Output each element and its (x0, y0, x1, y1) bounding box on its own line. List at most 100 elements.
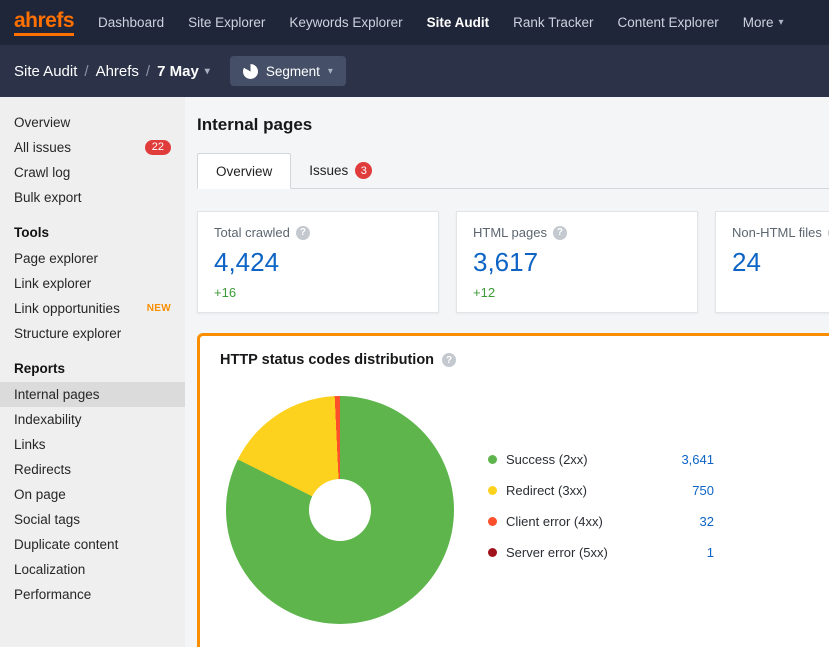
stat-card-total-crawled: Total crawled ? 4,424 +16 (197, 211, 439, 313)
legend-label: Client error (4xx) (506, 514, 691, 529)
sidebar-item-redirects[interactable]: Redirects (0, 457, 185, 482)
sidebar-item-label: Performance (14, 587, 91, 602)
chart-area: Success (2xx) 3,641 Redirect (3xx) 750 C… (220, 396, 829, 624)
sidebar-item-localization[interactable]: Localization (0, 557, 185, 582)
sidebar-item-bulk-export[interactable]: Bulk export (0, 185, 185, 210)
legend-dot (488, 548, 497, 557)
stat-card-title-row: HTML pages ? (473, 225, 681, 240)
main-content: Internal pages Overview Issues 3 Total c… (185, 97, 829, 647)
stat-card-value: 4,424 (214, 247, 422, 278)
help-icon[interactable]: ? (553, 226, 567, 240)
nav-item-site-audit[interactable]: Site Audit (427, 15, 490, 30)
sidebar-item-label: Links (14, 437, 46, 452)
breadcrumb-section[interactable]: Site Audit (14, 63, 77, 80)
issues-count-badge: 22 (145, 140, 171, 155)
sidebar-item-internal-pages[interactable]: Internal pages (0, 382, 185, 407)
chart-title: HTTP status codes distribution (220, 352, 434, 368)
stat-card-html-pages: HTML pages ? 3,617 +12 (456, 211, 698, 313)
nav-item-dashboard[interactable]: Dashboard (98, 15, 164, 30)
legend-dot (488, 517, 497, 526)
sidebar-item-label: Redirects (14, 462, 71, 477)
sidebar-item-crawl-log[interactable]: Crawl log (0, 160, 185, 185)
stat-card-non-html-files: Non-HTML files ? 24 (715, 211, 829, 313)
help-icon[interactable]: ? (442, 353, 456, 367)
stat-cards-row: Total crawled ? 4,424 +16 HTML pages ? 3… (197, 211, 829, 313)
sidebar-item-label: Social tags (14, 512, 80, 527)
tab-label: Overview (216, 164, 272, 179)
sidebar-item-social-tags[interactable]: Social tags (0, 507, 185, 532)
tab-issues[interactable]: Issues 3 (291, 153, 390, 188)
sidebar-item-link-opportunities[interactable]: Link opportunities NEW (0, 296, 185, 321)
sidebar-item-structure-explorer[interactable]: Structure explorer (0, 321, 185, 346)
issues-tab-badge: 3 (355, 162, 372, 179)
sidebar-item-duplicate-content[interactable]: Duplicate content (0, 532, 185, 557)
legend-row: Success (2xx) 3,641 (488, 444, 714, 475)
chevron-down-icon: ▾ (205, 66, 210, 77)
legend-value-link[interactable]: 1 (707, 545, 714, 560)
sidebar-item-label: Structure explorer (14, 326, 121, 341)
sidebar-item-label: Overview (14, 115, 70, 130)
app-root: ahrefs Dashboard Site Explorer Keywords … (0, 0, 829, 647)
breadcrumb-separator: / (146, 63, 150, 80)
sidebar-item-all-issues[interactable]: All issues 22 (0, 135, 185, 160)
sidebar: Overview All issues 22 Crawl log Bulk ex… (0, 97, 185, 647)
stat-card-title: Non-HTML files (732, 225, 822, 240)
crawl-date-label: 7 May (157, 63, 199, 80)
body-row: Overview All issues 22 Crawl log Bulk ex… (0, 97, 829, 647)
breadcrumb-project[interactable]: Ahrefs (96, 63, 139, 80)
nav-item-rank-tracker[interactable]: Rank Tracker (513, 15, 593, 30)
tab-bar: Overview Issues 3 (197, 153, 829, 189)
legend-dot (488, 486, 497, 495)
nav-item-site-explorer[interactable]: Site Explorer (188, 15, 265, 30)
stat-card-title-row: Total crawled ? (214, 225, 422, 240)
chart-title-row: HTTP status codes distribution ? (220, 352, 829, 368)
sidebar-item-overview[interactable]: Overview (0, 110, 185, 135)
sidebar-item-links[interactable]: Links (0, 432, 185, 457)
sidebar-item-label: All issues (14, 140, 71, 155)
sidebar-item-label: Duplicate content (14, 537, 118, 552)
breadcrumb-separator: / (84, 63, 88, 80)
stat-card-value: 24 (732, 247, 829, 278)
sidebar-item-indexability[interactable]: Indexability (0, 407, 185, 432)
help-icon[interactable]: ? (296, 226, 310, 240)
stat-card-value: 3,617 (473, 247, 681, 278)
chevron-down-icon: ▾ (779, 17, 784, 28)
stat-card-delta: +12 (473, 285, 681, 300)
nav-item-more[interactable]: More ▾ (743, 15, 784, 30)
sidebar-item-label: On page (14, 487, 66, 502)
sidebar-item-label: Crawl log (14, 165, 70, 180)
sidebar-item-on-page[interactable]: On page (0, 482, 185, 507)
legend-row: Server error (5xx) 1 (488, 537, 714, 568)
legend-row: Client error (4xx) 32 (488, 506, 714, 537)
sidebar-item-label: Internal pages (14, 387, 100, 402)
legend-row: Redirect (3xx) 750 (488, 475, 714, 506)
segment-label: Segment (266, 64, 320, 79)
http-status-codes-card: HTTP status codes distribution ? Success… (197, 333, 829, 647)
sidebar-item-label: Localization (14, 562, 85, 577)
stat-card-title: HTML pages (473, 225, 547, 240)
sidebar-item-performance[interactable]: Performance (0, 582, 185, 607)
sidebar-item-label: Link opportunities (14, 301, 120, 316)
nav-item-keywords-explorer[interactable]: Keywords Explorer (289, 15, 402, 30)
legend-value-link[interactable]: 3,641 (681, 452, 714, 467)
sidebar-item-link-explorer[interactable]: Link explorer (0, 271, 185, 296)
legend-value-link[interactable]: 32 (700, 514, 714, 529)
primary-nav: Dashboard Site Explorer Keywords Explore… (98, 15, 784, 30)
donut-chart (226, 396, 454, 624)
nav-more-label: More (743, 15, 774, 30)
chevron-down-icon: ▾ (328, 66, 333, 77)
sidebar-section-reports: Reports (0, 346, 185, 382)
top-nav: ahrefs Dashboard Site Explorer Keywords … (0, 0, 829, 45)
chart-legend: Success (2xx) 3,641 Redirect (3xx) 750 C… (488, 444, 714, 624)
sidebar-item-label: Indexability (14, 412, 82, 427)
crawl-date-dropdown[interactable]: 7 May ▾ (157, 63, 210, 80)
tab-overview[interactable]: Overview (197, 153, 291, 189)
sidebar-section-tools: Tools (0, 210, 185, 246)
legend-value-link[interactable]: 750 (692, 483, 714, 498)
ahrefs-logo[interactable]: ahrefs (14, 10, 74, 36)
nav-item-content-explorer[interactable]: Content Explorer (617, 15, 718, 30)
legend-label: Success (2xx) (506, 452, 672, 467)
stat-card-delta: +16 (214, 285, 422, 300)
segment-button[interactable]: Segment ▾ (230, 56, 346, 86)
sidebar-item-page-explorer[interactable]: Page explorer (0, 246, 185, 271)
